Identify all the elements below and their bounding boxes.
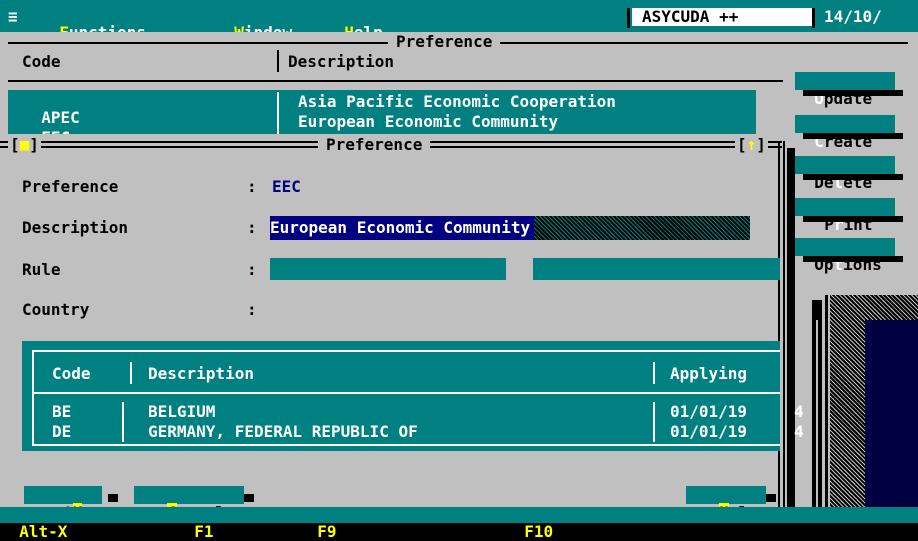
country-table-border-bottom — [32, 444, 780, 446]
status-label-help: Help — [223, 522, 262, 541]
status-item-help[interactable]: F1 Help — [175, 508, 262, 541]
ok-button-shadow — [108, 494, 118, 502]
country-table-header-applying: Applying — [670, 364, 748, 383]
zoom-arrow-icon: ↑ — [746, 135, 757, 154]
back-window-right-edge — [825, 295, 828, 507]
description-label: Description — [22, 218, 128, 237]
delete-button[interactable]: Delete — [795, 156, 895, 192]
back-window-title: Preference — [388, 34, 501, 50]
list-row-description[interactable]: Asia Pacific Economic Cooperation — [298, 94, 616, 110]
detail-window-shadow — [787, 148, 795, 507]
system-menu-icon[interactable]: ≡ — [8, 9, 18, 25]
cancel-button[interactable]: Cancel — [134, 486, 244, 522]
preference-label: Preference — [22, 177, 119, 196]
status-label-local-menu: Local Menu — [346, 522, 443, 541]
country-table-border-left — [32, 350, 34, 446]
cancel-button-shadow — [244, 494, 254, 502]
update-button[interactable]: Update — [795, 72, 895, 108]
status-bar — [0, 507, 918, 523]
ok-button[interactable]: OK — [24, 486, 102, 522]
update-button-shadow — [803, 90, 903, 96]
options-button[interactable]: Options — [795, 238, 895, 274]
description-colon: : — [247, 218, 257, 237]
country-table-col-divider — [122, 402, 124, 442]
preference-value: EEC — [272, 177, 301, 196]
rule-field[interactable] — [270, 258, 506, 280]
status-key-menu: F10 — [524, 522, 554, 541]
app-name-separator — [627, 8, 630, 28]
list-header-underline — [8, 80, 783, 82]
table-row-code[interactable]: BE — [52, 404, 71, 420]
create-button-shadow — [803, 133, 903, 139]
list-header-code: Code — [22, 52, 61, 71]
country-label: Country — [22, 300, 90, 319]
status-key-local-menu: F9 — [317, 522, 337, 541]
table-row-date[interactable]: 01/01/19 — [670, 404, 747, 420]
list-header-divider — [277, 50, 279, 72]
country-table-header-divider — [130, 362, 132, 384]
table-row-extra: 4 — [794, 402, 804, 421]
rule-colon: : — [247, 260, 257, 279]
status-label-menu: Menu — [562, 522, 602, 541]
zoom-control[interactable]: [↑] — [735, 137, 768, 153]
rule-field-secondary[interactable] — [533, 258, 780, 280]
help-button-shadow — [766, 494, 776, 502]
country-table-header-code: Code — [52, 364, 91, 383]
date-separator — [812, 8, 815, 28]
back-window-panel — [865, 320, 918, 507]
status-item-menu[interactable]: F10 Menu — [505, 508, 601, 540]
detail-window-right-border-inner — [783, 141, 785, 507]
status-key-help: F1 — [194, 522, 214, 541]
options-button-shadow — [803, 256, 903, 262]
date-display: 14/10/ — [824, 7, 882, 26]
table-row-date[interactable]: 01/01/19 — [670, 424, 747, 440]
rule-label: Rule — [22, 260, 61, 279]
print-button[interactable]: Print — [795, 198, 895, 234]
list-rows-divider — [277, 92, 279, 134]
preference-colon: : — [247, 177, 257, 196]
table-row-description[interactable]: BELGIUM — [148, 404, 215, 420]
help-button[interactable]: Help — [686, 486, 766, 522]
close-icon: ■ — [19, 135, 30, 154]
status-item-local-menu[interactable]: F9 Local Menu — [298, 508, 443, 541]
country-table-header-underline — [32, 392, 780, 394]
list-row-description[interactable]: European Economic Community — [298, 114, 558, 130]
country-colon: : — [247, 300, 257, 319]
list-header-description: Description — [288, 52, 394, 71]
status-key-exit: Alt-X — [19, 522, 68, 541]
close-control[interactable]: [■] — [8, 137, 41, 153]
detail-window-right-border — [778, 141, 780, 507]
country-table-header-divider-2 — [653, 362, 655, 384]
status-label-exit: Exit — [77, 522, 116, 541]
back-window-scrollbar-line — [816, 320, 818, 507]
print-button-shadow — [803, 216, 903, 222]
create-button[interactable]: Create — [795, 115, 895, 151]
status-item-exit[interactable]: Alt-X Exit — [0, 508, 116, 541]
app-name: ASYCUDA ++ — [632, 8, 812, 26]
country-table-header-description: Description — [148, 364, 254, 383]
detail-window-title: Preference — [318, 137, 431, 153]
table-row-extra: 4 — [794, 422, 804, 441]
description-selected-text: European Economic Community — [270, 216, 535, 240]
country-table-border-top — [32, 350, 780, 352]
table-row-code[interactable]: DE — [52, 424, 71, 440]
delete-button-shadow — [803, 174, 903, 180]
table-row-description[interactable]: GERMANY, FEDERAL REPUBLIC OF — [148, 424, 418, 440]
country-table-col-divider-2 — [653, 402, 655, 442]
